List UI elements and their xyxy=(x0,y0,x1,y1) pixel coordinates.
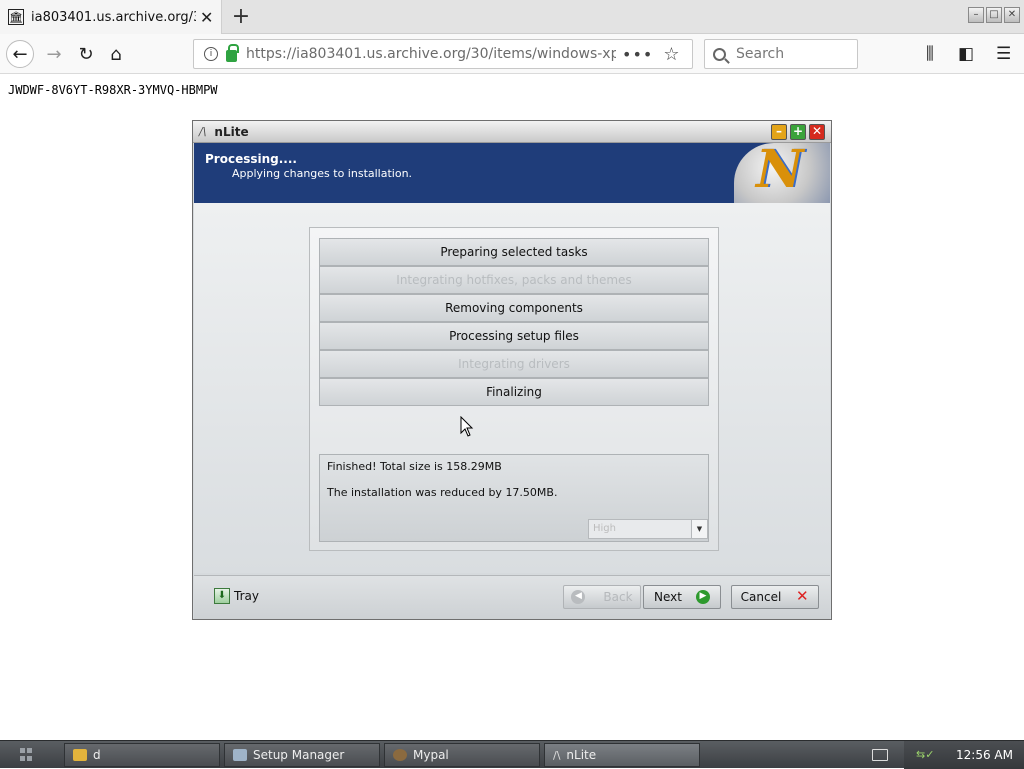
network-icon[interactable]: ⇆✓ xyxy=(916,748,946,762)
task-integrating-hotfixes: Integrating hotfixes, packs and themes xyxy=(319,266,709,294)
search-icon xyxy=(713,47,726,61)
close-window-button[interactable]: ✕ xyxy=(1004,7,1020,23)
archive-favicon-icon: 🏛 xyxy=(8,9,24,25)
browser-nav-bar: ← → ↻ ⌂ i https://ia803401.us.archive.or… xyxy=(0,34,1024,74)
forward-button[interactable]: → xyxy=(40,40,68,68)
clock[interactable]: 12:56 AM xyxy=(956,748,1013,762)
nlite-minimize-button[interactable]: – xyxy=(771,124,787,140)
taskbar-item-label: Mypal xyxy=(413,748,449,762)
search-input[interactable] xyxy=(736,46,846,62)
chevron-down-icon[interactable]: ▼ xyxy=(691,520,707,538)
task-processing-setup-files: Processing setup files xyxy=(319,322,709,350)
next-arrow-icon: ▶ xyxy=(695,590,710,604)
task-finalizing: Finalizing xyxy=(319,378,709,406)
cancel-x-icon: ✕ xyxy=(796,587,809,605)
nlite-close-button[interactable]: ✕ xyxy=(809,124,825,140)
priority-value: High xyxy=(593,523,616,534)
next-label: Next xyxy=(654,590,682,604)
os-taskbar: d Setup Manager Mypal /\ nLite ⇆✓ 12:56 … xyxy=(0,740,1024,769)
taskbar-item-label: d xyxy=(93,748,101,762)
result-total-size: Finished! Total size is 158.29MB xyxy=(327,460,502,473)
sidebar-icon[interactable]: ◧ xyxy=(958,44,974,64)
browser-tab-bar: 🏛 ia803401.us.archive.org/30/i ✕ + – □ ✕ xyxy=(0,0,1024,34)
page-actions-icon[interactable]: ••• xyxy=(622,45,653,64)
system-tray: ⇆✓ 12:56 AM xyxy=(904,741,1024,769)
cancel-label: Cancel xyxy=(740,590,782,604)
taskbar-item-nlite[interactable]: /\ nLite xyxy=(544,743,700,767)
nlite-window: /\ nLite – + ✕ Processing.... Applying c… xyxy=(192,120,832,620)
back-arrow-icon: ◀ xyxy=(571,590,586,604)
tray-button[interactable]: ⬇ Tray xyxy=(214,588,259,604)
priority-select[interactable]: High ▼ xyxy=(588,519,708,539)
taskbar-item-mypal[interactable]: Mypal xyxy=(384,743,540,767)
new-tab-button[interactable]: + xyxy=(230,4,252,29)
tab-close-icon[interactable]: ✕ xyxy=(200,8,213,27)
tray-download-icon: ⬇ xyxy=(214,588,230,604)
task-integrating-drivers: Integrating drivers xyxy=(319,350,709,378)
product-key-text: JWDWF-8V6YT-R98XR-3YMVQ-HBMPW xyxy=(8,83,218,97)
reload-button[interactable]: ↻ xyxy=(72,40,100,68)
processing-panel: Preparing selected tasks Integrating hot… xyxy=(309,227,719,551)
browser-window-controls: – □ ✕ xyxy=(968,7,1020,23)
lock-icon xyxy=(226,44,239,62)
task-removing-components: Removing components xyxy=(319,294,709,322)
maximize-window-button[interactable]: □ xyxy=(986,7,1002,23)
taskbar-item-folder[interactable]: d xyxy=(64,743,220,767)
cancel-wizard-button[interactable]: Cancel ✕ xyxy=(731,585,819,609)
start-menu-button[interactable] xyxy=(14,745,40,765)
nlite-app-icon: /\ xyxy=(199,125,207,138)
library-icon[interactable]: ⫼ xyxy=(926,44,934,64)
nlite-logo-icon: N xyxy=(734,143,830,203)
nlite-icon: /\ xyxy=(553,749,561,762)
back-wizard-button[interactable]: ◀ Back xyxy=(563,585,641,609)
menu-icon[interactable]: ☰ xyxy=(996,44,1011,64)
tray-label: Tray xyxy=(234,589,259,603)
nlite-title-bar[interactable]: /\ nLite – + ✕ xyxy=(193,121,831,143)
search-box[interactable] xyxy=(704,39,858,69)
tab-title: ia803401.us.archive.org/30/i xyxy=(31,9,196,25)
task-preparing: Preparing selected tasks xyxy=(319,238,709,266)
browser-icon xyxy=(393,749,407,761)
taskbar-item-label: nLite xyxy=(566,748,597,762)
result-reduced-by: The installation was reduced by 17.50MB. xyxy=(327,486,558,499)
url-text[interactable]: https://ia803401.us.archive.org/30/items… xyxy=(246,46,616,62)
url-bar[interactable]: i https://ia803401.us.archive.org/30/ite… xyxy=(193,39,693,69)
bookmark-star-icon[interactable]: ☆ xyxy=(663,44,679,65)
nlite-footer: ⬇ Tray ◀ Back Next ▶ Cancel ✕ xyxy=(194,575,830,619)
setup-icon xyxy=(233,749,247,761)
minimize-window-button[interactable]: – xyxy=(968,7,984,23)
taskbar-item-label: Setup Manager xyxy=(253,748,345,762)
home-button[interactable]: ⌂ xyxy=(102,40,130,68)
back-button[interactable]: ← xyxy=(6,40,34,68)
back-label: Back xyxy=(603,590,633,604)
site-info-icon[interactable]: i xyxy=(204,47,218,61)
header-title: Processing.... xyxy=(205,152,297,166)
mouse-cursor-icon xyxy=(460,416,474,437)
result-box: Finished! Total size is 158.29MB The ins… xyxy=(319,454,709,542)
browser-tab[interactable]: 🏛 ia803401.us.archive.org/30/i ✕ xyxy=(0,0,222,34)
nlite-body: Preparing selected tasks Integrating hot… xyxy=(194,203,830,573)
nlite-maximize-button[interactable]: + xyxy=(790,124,806,140)
header-subtitle: Applying changes to installation. xyxy=(232,167,413,180)
nlite-window-title: nLite xyxy=(214,124,249,139)
keyboard-icon[interactable] xyxy=(872,749,888,761)
folder-icon xyxy=(73,749,87,761)
nlite-header-banner: Processing.... Applying changes to insta… xyxy=(194,143,830,203)
taskbar-item-setup-manager[interactable]: Setup Manager xyxy=(224,743,380,767)
next-wizard-button[interactable]: Next ▶ xyxy=(643,585,721,609)
